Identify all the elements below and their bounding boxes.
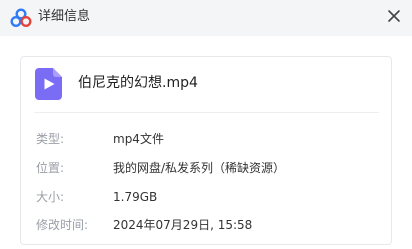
details-dialog: 详细信息 伯尼克的幻想.mp4 类型: mp4文件 位置: 我的网盘/私发系列（… — [0, 0, 412, 249]
title-bar: 详细信息 — [0, 0, 412, 36]
file-header: 伯尼克的幻想.mp4 — [21, 57, 391, 112]
detail-row-type: 类型: mp4文件 — [21, 130, 391, 148]
cloud-drive-logo-icon — [10, 8, 32, 28]
size-value: 1.79GB — [113, 190, 158, 204]
location-label: 位置: — [36, 161, 65, 175]
close-icon — [388, 10, 400, 22]
modified-time-value: 2024年07月29日, 15:58 — [113, 218, 253, 232]
location-value: 我的网盘/私发系列（稀缺资源） — [113, 161, 286, 175]
dialog-title: 详细信息 — [38, 9, 91, 24]
divider — [34, 112, 379, 113]
modified-time-label: 修改时间: — [36, 218, 89, 232]
type-value: mp4文件 — [113, 132, 164, 146]
video-file-icon — [35, 68, 62, 100]
detail-row-modified: 修改时间: 2024年07月29日, 15:58 — [21, 216, 391, 234]
file-info-card: 伯尼克的幻想.mp4 类型: mp4文件 位置: 我的网盘/私发系列（稀缺资源）… — [20, 56, 392, 245]
detail-row-location: 位置: 我的网盘/私发系列（稀缺资源） — [21, 159, 391, 177]
size-label: 大小: — [36, 190, 65, 204]
type-label: 类型: — [36, 132, 65, 146]
file-name: 伯尼克的幻想.mp4 — [78, 75, 198, 91]
detail-row-size: 大小: 1.79GB — [21, 188, 391, 206]
close-button[interactable] — [382, 4, 406, 28]
